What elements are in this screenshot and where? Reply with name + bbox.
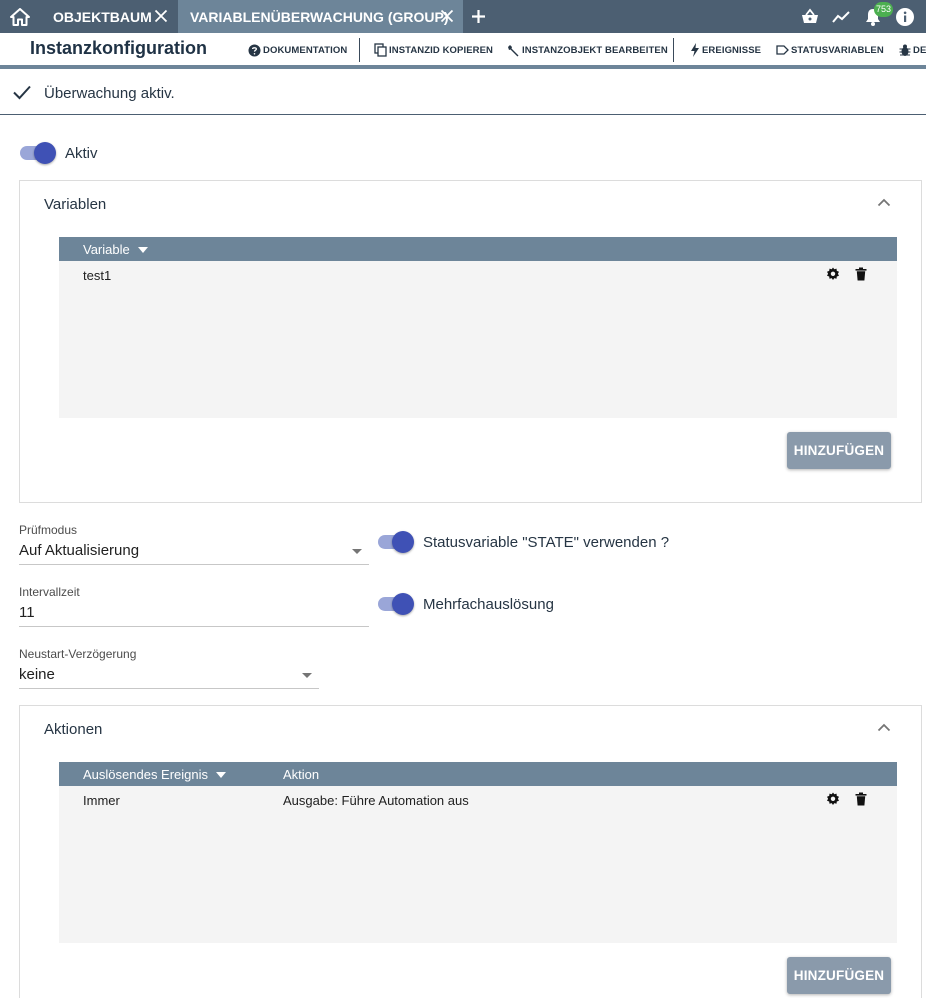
chevron-up-icon[interactable] (877, 723, 891, 732)
action-cell: Ausgabe: Führe Automation aus (283, 793, 469, 808)
events-button[interactable]: EREIGNISSE (690, 42, 761, 58)
intervallzeit-value: 11 (19, 604, 35, 621)
variable-name-cell: test1 (83, 268, 112, 283)
actions-panel: Aktionen Auslösendes Ereignis Aktion Imm… (19, 705, 922, 998)
multiple-trigger-toggle-label: Mehrfachauslösung (423, 596, 554, 613)
tab-label: OBJEKTBAUM (53, 8, 152, 25)
intervallzeit-label: Intervallzeit (19, 585, 80, 599)
column-header-label: Auslösendes Ereignis (83, 767, 209, 782)
add-action-button[interactable]: HINZUFÜGEN (787, 957, 891, 994)
field-underline (19, 688, 319, 689)
add-variable-button[interactable]: HINZUFÜGEN (787, 432, 891, 469)
sort-down-icon (137, 246, 148, 253)
tab-bar: OBJEKTBAUM VARIABLENÜBERWACHUNG (GROUP) … (0, 0, 926, 33)
documentation-label: DOKUMENTATION (263, 44, 348, 56)
events-label: EREIGNISSE (702, 44, 762, 56)
column-header-label: Aktion (283, 767, 320, 782)
table-header: Auslösendes Ereignis Aktion (59, 762, 897, 786)
debug-label: DE (913, 44, 926, 56)
active-toggle[interactable] (20, 141, 56, 165)
help-circle-icon (248, 44, 261, 56)
check-icon (13, 85, 31, 100)
field-underline (19, 564, 369, 565)
table-header: Variable (59, 237, 897, 261)
instance-toolbar: Instanzkonfiguration DOKUMENTATION INSTA… (0, 33, 926, 66)
tag-icon (776, 45, 789, 55)
trash-icon[interactable] (855, 792, 867, 806)
status-message: Überwachung aktiv. (0, 69, 926, 115)
status-variables-button[interactable]: STATUSVARIABLEN (776, 42, 884, 58)
toolbar-divider (673, 38, 674, 62)
home-button[interactable] (0, 0, 40, 33)
actions-panel-title: Aktionen (44, 721, 103, 738)
bug-icon (899, 44, 911, 56)
sort-down-icon (216, 771, 227, 778)
dropdown-arrow-icon (302, 673, 312, 678)
toggle-thumb (34, 142, 56, 164)
gear-icon[interactable] (826, 792, 840, 806)
tab-label: VARIABLENÜBERWACHUNG (GROUP) (190, 8, 449, 25)
close-icon[interactable] (154, 9, 168, 23)
chart-line-icon[interactable] (831, 7, 851, 27)
active-toggle-label: Aktiv (65, 145, 98, 162)
page-title: Instanzkonfiguration (30, 38, 207, 58)
tab-variablenueberwachung[interactable]: VARIABLENÜBERWACHUNG (GROUP) (178, 0, 463, 33)
multiple-trigger-toggle[interactable] (378, 592, 414, 616)
dropdown-arrow-icon (352, 549, 362, 554)
state-variable-toggle[interactable] (378, 530, 414, 554)
lightning-icon (691, 43, 699, 57)
wrench-icon (508, 45, 519, 57)
toggle-thumb (392, 531, 414, 553)
column-header-action[interactable]: Aktion (283, 767, 319, 782)
toolbar-divider (359, 38, 360, 62)
variables-panel-title: Variablen (44, 196, 107, 213)
field-underline (19, 626, 369, 627)
variables-table: Variable test1 (59, 237, 897, 418)
close-icon[interactable] (440, 9, 454, 23)
event-cell: Immer (83, 793, 120, 808)
column-header-label: Variable (83, 242, 130, 257)
edit-instance-button[interactable]: INSTANZOBJEKT BEARBEITEN (506, 42, 668, 58)
tab-objektbaum[interactable]: OBJEKTBAUM (40, 0, 178, 33)
status-variables-label: STATUSVARIABLEN (791, 44, 884, 56)
copy-instance-id-label: INSTANZID KOPIEREN (389, 44, 494, 56)
info-icon[interactable] (895, 7, 915, 27)
notification-badge: 753 (874, 2, 894, 17)
state-variable-toggle-label: Statusvariable "STATE" verwenden ? (423, 534, 670, 551)
trash-icon[interactable] (855, 267, 867, 281)
status-text: Überwachung aktiv. (44, 85, 175, 102)
basket-icon[interactable] (800, 7, 820, 27)
documentation-button[interactable]: DOKUMENTATION (248, 42, 347, 58)
variables-panel: Variablen Variable test1 HINZUFÜGEN (19, 180, 922, 503)
neustart-value: keine (19, 666, 55, 683)
toggle-thumb (392, 593, 414, 615)
chevron-up-icon[interactable] (877, 198, 891, 207)
edit-instance-label: INSTANZOBJEKT BEARBEITEN (522, 44, 668, 56)
add-tab-icon[interactable] (470, 8, 487, 25)
actions-table: Auslösendes Ereignis Aktion Immer Ausgab… (59, 762, 897, 943)
neustart-label: Neustart-Verzögerung (19, 647, 137, 661)
debug-button[interactable]: DE (899, 42, 926, 58)
column-header-variable[interactable]: Variable (83, 242, 148, 257)
copy-icon (374, 43, 387, 57)
pruefmodus-value: Auf Aktualisierung (19, 542, 140, 559)
gear-icon[interactable] (826, 267, 840, 281)
copy-instance-id-button[interactable]: INSTANZID KOPIEREN (374, 42, 493, 58)
column-header-event[interactable]: Auslösendes Ereignis (83, 767, 227, 782)
home-icon (10, 7, 30, 26)
pruefmodus-label: Prüfmodus (19, 523, 78, 537)
